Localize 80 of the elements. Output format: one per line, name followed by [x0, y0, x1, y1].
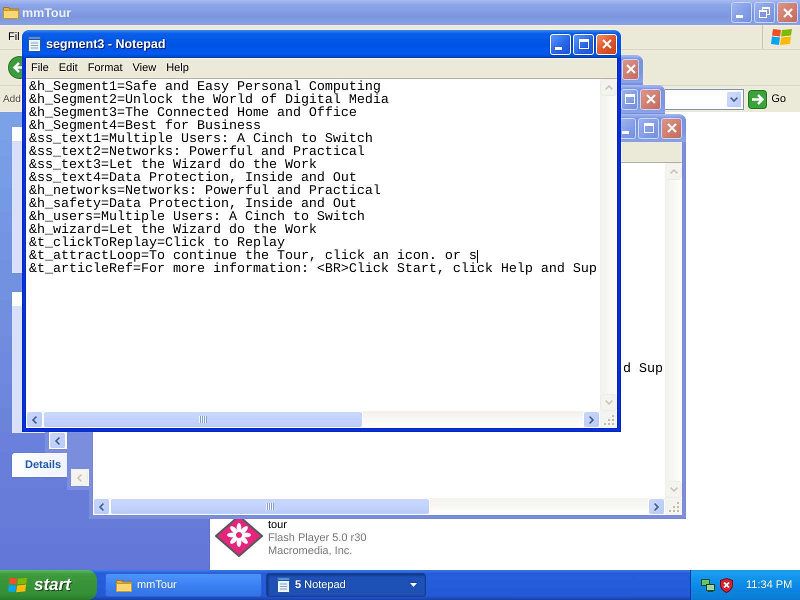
- flag-icon: [8, 576, 28, 594]
- taskbar-button[interactable]: mmTour: [105, 573, 262, 597]
- chevron-right-icon: [654, 502, 659, 510]
- menu-item[interactable]: Fil: [8, 31, 20, 43]
- window-title: mmTour: [22, 6, 72, 20]
- menu-item[interactable]: Edit: [54, 62, 83, 74]
- window-title: segment3 - Notepad: [46, 37, 166, 51]
- menu-item[interactable]: Help: [161, 62, 194, 74]
- menu-item[interactable]: View: [128, 62, 162, 74]
- text-line: &h_users=Multiple Users: A Cinch to Switch: [29, 211, 365, 224]
- horizontal-scrollbar[interactable]: [26, 411, 600, 428]
- chevron-left-icon: [32, 416, 37, 424]
- maximize-icon: [644, 123, 654, 133]
- text-line: &h_Segment1=Safe and Easy Personal Computing: [29, 81, 381, 94]
- file-name: tour: [268, 519, 287, 532]
- text-line: &h_Segment2=Unlock the World of Digital Media: [29, 94, 389, 107]
- maximize-icon: [624, 94, 634, 104]
- address-field[interactable]: [665, 88, 744, 110]
- chevron-left-icon: [99, 502, 104, 510]
- close-icon: [782, 8, 792, 18]
- chevron-up-icon: [670, 169, 678, 174]
- network-icon[interactable]: [701, 578, 715, 592]
- minimize-button[interactable]: [731, 2, 752, 23]
- text-line: &ss_text2=Networks: Powerful and Practical: [29, 146, 365, 159]
- text-line: &h_safety=Data Protection, Inside and Out: [29, 198, 357, 211]
- text-line: &h_wizard=Let the Wizard do the Work: [29, 224, 317, 237]
- file-company: Macromedia, Inc.: [268, 545, 352, 558]
- address-label: Add: [3, 94, 21, 104]
- chevron-left-icon: [77, 474, 82, 482]
- vertical-scrollbar[interactable]: [600, 79, 617, 411]
- folder-icon: [116, 578, 132, 592]
- notepad-icon: [28, 36, 41, 52]
- text-line: &h_Segment4=Best for Business: [29, 120, 261, 133]
- back-arrow-icon: [8, 56, 22, 79]
- text-line: &ss_text1=Multiple Users: A Cinch to Switch: [29, 133, 373, 146]
- text-line: &h_networks=Networks: Powerful and Practical: [29, 185, 381, 198]
- panel-header[interactable]: Details: [12, 453, 67, 477]
- back-button[interactable]: [8, 56, 22, 79]
- restore-button[interactable]: [754, 2, 775, 23]
- notepad-icon: [277, 577, 290, 593]
- restore-icon: [759, 7, 770, 18]
- caret-icon: [410, 583, 417, 587]
- go-button[interactable]: Go: [748, 90, 786, 108]
- text-line: d Sup: [623, 363, 663, 376]
- chevron-down-icon: [730, 96, 738, 102]
- menu-item[interactable]: Format: [82, 62, 128, 74]
- close-button[interactable]: [777, 2, 798, 23]
- flag-icon: [770, 28, 792, 46]
- text-line: &h_Segment3=The Connected Home and Office: [29, 107, 357, 120]
- close-icon: [646, 94, 656, 104]
- minimize-icon: [554, 46, 562, 50]
- file-type: Flash Player 5.0 r30: [268, 532, 366, 545]
- scroll-up-button[interactable]: [600, 79, 617, 96]
- chevron-down-icon: [604, 400, 612, 405]
- taskbar-button[interactable]: 5 Notepad: [266, 573, 426, 597]
- minimize-icon: [622, 130, 629, 134]
- folder-icon: [3, 6, 19, 19]
- chevron-down-icon: [670, 487, 678, 492]
- text-area[interactable]: [26, 79, 600, 411]
- resize-grip-icon[interactable]: [600, 411, 617, 428]
- menu-item[interactable]: File: [26, 62, 54, 74]
- chevron-right-icon: [589, 416, 594, 424]
- chevron-left-icon: [55, 436, 60, 444]
- text-line: &t_articleRef=For more information: <BR>Click Start, click Help and Sup: [29, 263, 597, 276]
- close-icon: [626, 64, 636, 74]
- chevron-up-icon: [604, 85, 612, 90]
- text-line: &ss_text4=Data Protection, Inside and Out: [29, 172, 357, 185]
- text-line: &t_attractLoop=To continue the Tour, click an icon. or s: [29, 250, 477, 263]
- dropdown-button[interactable]: [726, 90, 742, 108]
- close-icon: [666, 123, 676, 133]
- clock: 11:34 PM: [746, 579, 792, 591]
- shield-icon[interactable]: [720, 578, 733, 592]
- start-button[interactable]: start: [0, 570, 97, 600]
- maximize-icon: [578, 39, 588, 49]
- scroll-right-button[interactable]: [583, 411, 600, 428]
- text-line: &ss_text3=Let the Wizard do the Work: [29, 159, 317, 172]
- scroll-thumb[interactable]: [43, 411, 363, 428]
- text-line: &t_clickToReplay=Click to Replay: [29, 237, 285, 250]
- minimize-icon: [736, 15, 742, 18]
- close-icon: [602, 39, 612, 49]
